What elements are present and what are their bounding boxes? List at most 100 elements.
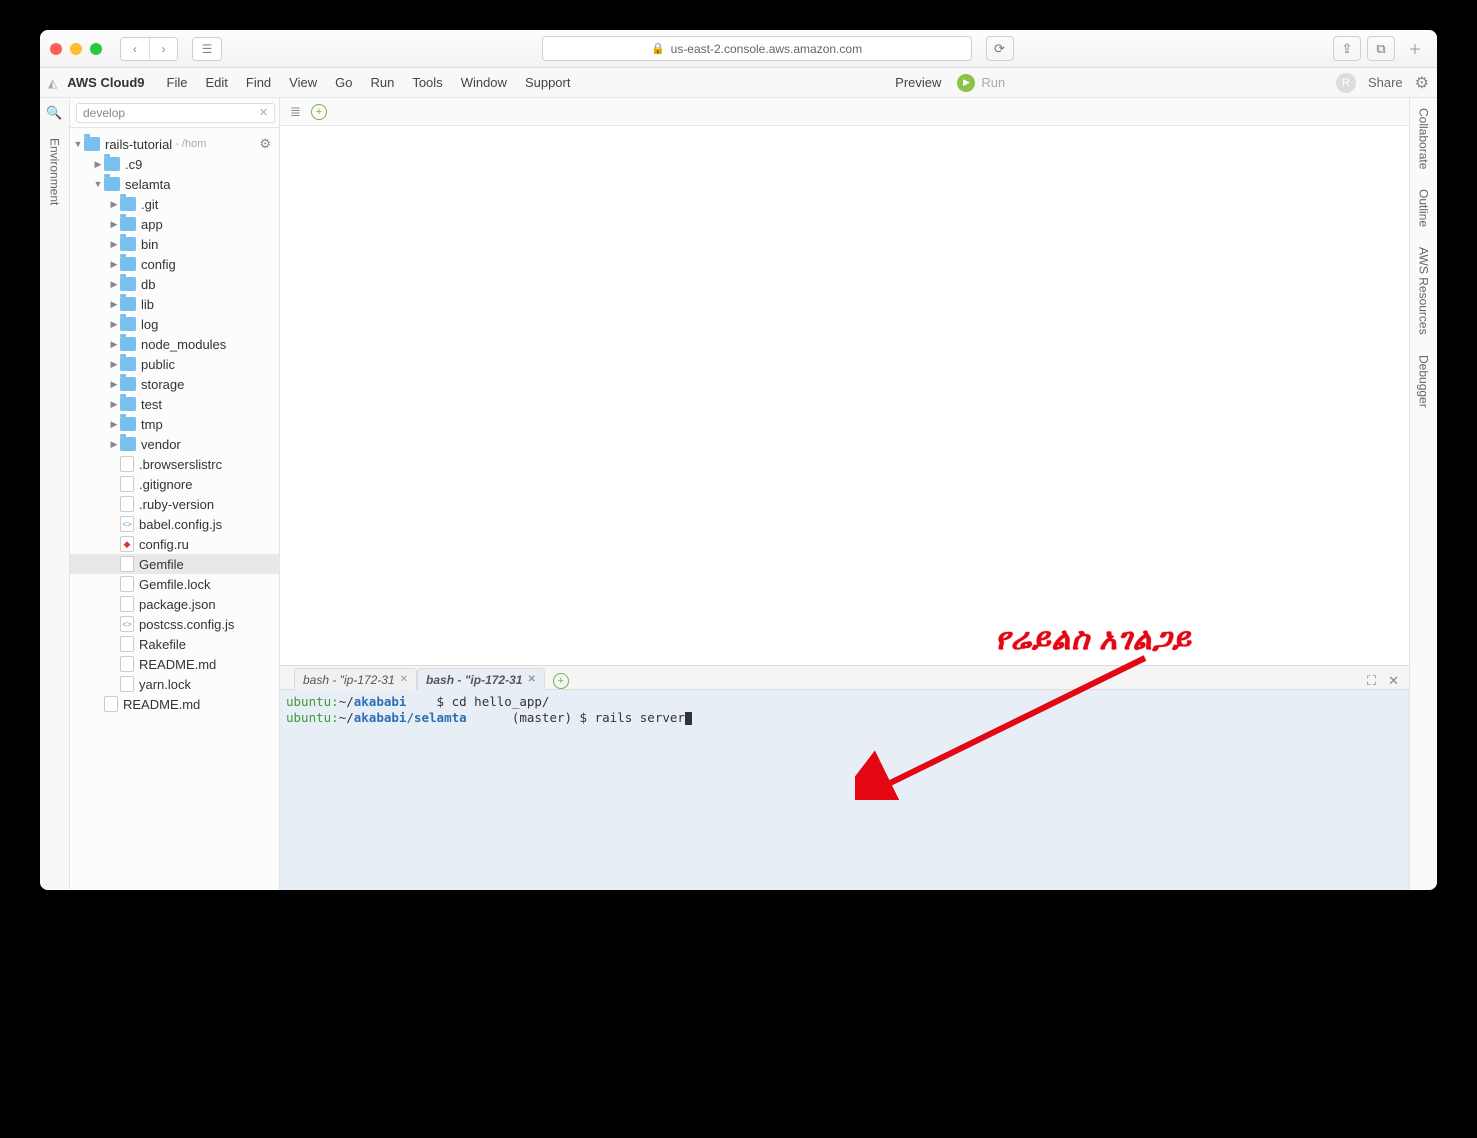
tree-item-label: babel.config.js xyxy=(139,517,222,532)
close-panel-icon[interactable]: ✕ xyxy=(1388,673,1399,689)
menu-run[interactable]: Run xyxy=(362,75,402,90)
tree-folder[interactable]: ▶.git xyxy=(70,194,279,214)
menu-file[interactable]: File xyxy=(159,75,196,90)
tree-file[interactable]: Rakefile xyxy=(70,634,279,654)
file-icon xyxy=(120,636,134,652)
tree-folder[interactable]: ▶app xyxy=(70,214,279,234)
tree-item-label: yarn.lock xyxy=(139,677,191,692)
tree-folder[interactable]: ▶test xyxy=(70,394,279,414)
menu-window[interactable]: Window xyxy=(453,75,515,90)
tree-item-label: storage xyxy=(141,377,184,392)
preview-button[interactable]: Preview xyxy=(895,75,941,90)
new-terminal-tab-button[interactable]: + xyxy=(553,673,569,689)
tree-file[interactable]: Gemfile xyxy=(70,554,279,574)
file-icon xyxy=(120,676,134,692)
sidebar-search-input[interactable] xyxy=(76,103,275,123)
tree-folder[interactable]: ▶storage xyxy=(70,374,279,394)
file-icon xyxy=(120,456,134,472)
cursor xyxy=(685,712,692,725)
browser-window: ‹ › ☰ 🔒 us-east-2.console.aws.amazon.com… xyxy=(40,30,1437,890)
editor-tabstrip: ≣ + xyxy=(280,98,1409,126)
avatar[interactable]: R xyxy=(1336,73,1356,93)
debugger-tab[interactable]: Debugger xyxy=(1417,355,1431,408)
terminal-body[interactable]: ubuntu:~/akababi $ cd hello_app/ ubuntu:… xyxy=(280,690,1409,890)
tree-file[interactable]: package.json xyxy=(70,594,279,614)
reload-button[interactable]: ⟳ xyxy=(986,36,1014,61)
folder-icon xyxy=(120,337,136,351)
file-icon xyxy=(120,596,134,612)
minimize-window-button[interactable] xyxy=(70,43,82,55)
menu-find[interactable]: Find xyxy=(238,75,279,90)
tree-item-label: .gitignore xyxy=(139,477,192,492)
tree-settings-icon[interactable]: ⚙ xyxy=(259,136,271,152)
tree-item-label: tmp xyxy=(141,417,163,432)
tree-root[interactable]: ▼ rails-tutorial - /hom xyxy=(70,134,212,154)
tree-file[interactable]: .ruby-version xyxy=(70,494,279,514)
clear-search-icon[interactable]: ✕ xyxy=(259,106,273,119)
tree-folder[interactable]: ▶public xyxy=(70,354,279,374)
tree-file[interactable]: yarn.lock xyxy=(70,674,279,694)
folder-icon xyxy=(120,397,136,411)
terminal-tab[interactable]: bash - "ip-172-31 ✕ xyxy=(417,668,545,690)
new-tab-button[interactable]: ＋ xyxy=(1403,39,1427,58)
aws-resources-tab[interactable]: AWS Resources xyxy=(1417,247,1431,335)
maximize-panel-icon[interactable]: ⛶ xyxy=(1367,673,1376,689)
collaborate-tab[interactable]: Collaborate xyxy=(1417,108,1431,169)
tree-folder[interactable]: ▶lib xyxy=(70,294,279,314)
tree-folder[interactable]: ▶node_modules xyxy=(70,334,279,354)
tree-file[interactable]: Gemfile.lock xyxy=(70,574,279,594)
tree-file[interactable]: .gitignore xyxy=(70,474,279,494)
url-text: us-east-2.console.aws.amazon.com xyxy=(671,42,862,56)
file-icon xyxy=(120,656,134,672)
environment-tab[interactable]: Environment xyxy=(48,138,62,205)
tree-file[interactable]: babel.config.js xyxy=(70,514,279,534)
tree-file[interactable]: README.md xyxy=(70,654,279,674)
tree-item-label: db xyxy=(141,277,155,292)
play-icon: ▶ xyxy=(957,74,975,92)
annotation-label: የሬይልስ አገልጋይ xyxy=(995,623,1192,657)
back-button[interactable]: ‹ xyxy=(121,38,149,60)
tree-item-label: log xyxy=(141,317,158,332)
tree-item-label: .browserslistrc xyxy=(139,457,222,472)
run-button[interactable]: ▶ Run xyxy=(957,74,1005,92)
tree-file[interactable]: .browserslistrc xyxy=(70,454,279,474)
menu-tools[interactable]: Tools xyxy=(404,75,450,90)
tree-folder[interactable]: ▶config xyxy=(70,254,279,274)
tree-folder[interactable]: ▶db xyxy=(70,274,279,294)
cloud9-logo-icon[interactable]: ◭ xyxy=(48,76,57,90)
sidebar-toggle-button[interactable]: ☰ xyxy=(193,38,221,60)
chevron-icon: ▶ xyxy=(92,159,104,170)
close-tab-icon[interactable]: ✕ xyxy=(527,674,535,685)
outline-tab[interactable]: Outline xyxy=(1417,189,1431,227)
tree-file[interactable]: README.md xyxy=(70,694,279,714)
zoom-window-button[interactable] xyxy=(90,43,102,55)
search-icon[interactable]: 🔍 xyxy=(46,104,64,122)
tree-folder[interactable]: ▼selamta xyxy=(70,174,279,194)
menu-edit[interactable]: Edit xyxy=(197,75,235,90)
tree-file[interactable]: config.ru xyxy=(70,534,279,554)
folder-icon xyxy=(120,417,136,431)
tree-file[interactable]: postcss.config.js xyxy=(70,614,279,634)
tree-folder[interactable]: ▶vendor xyxy=(70,434,279,454)
tree-folder[interactable]: ▶tmp xyxy=(70,414,279,434)
tree-folder[interactable]: ▶bin xyxy=(70,234,279,254)
tree-folder[interactable]: ▶.c9 xyxy=(70,154,279,174)
address-bar[interactable]: 🔒 us-east-2.console.aws.amazon.com xyxy=(542,36,972,61)
close-tab-icon[interactable]: ✕ xyxy=(400,674,408,685)
tree-item-label: app xyxy=(141,217,163,232)
new-editor-tab-button[interactable]: + xyxy=(311,104,327,120)
forward-button[interactable]: › xyxy=(149,38,177,60)
menu-view[interactable]: View xyxy=(281,75,325,90)
share-sheet-button[interactable]: ⇪ xyxy=(1333,36,1361,61)
tree-folder[interactable]: ▶log xyxy=(70,314,279,334)
terminal-tab[interactable]: bash - "ip-172-31 ✕ xyxy=(294,668,417,690)
settings-gear-icon[interactable]: ⚙ xyxy=(1415,73,1429,93)
folder-icon xyxy=(120,277,136,291)
menu-go[interactable]: Go xyxy=(327,75,360,90)
close-window-button[interactable] xyxy=(50,43,62,55)
tabs-button[interactable]: ⧉ xyxy=(1367,36,1395,61)
chevron-icon: ▶ xyxy=(108,359,120,370)
tab-list-icon[interactable]: ≣ xyxy=(290,104,301,120)
menu-support[interactable]: Support xyxy=(517,75,579,90)
share-button[interactable]: Share xyxy=(1368,75,1403,90)
